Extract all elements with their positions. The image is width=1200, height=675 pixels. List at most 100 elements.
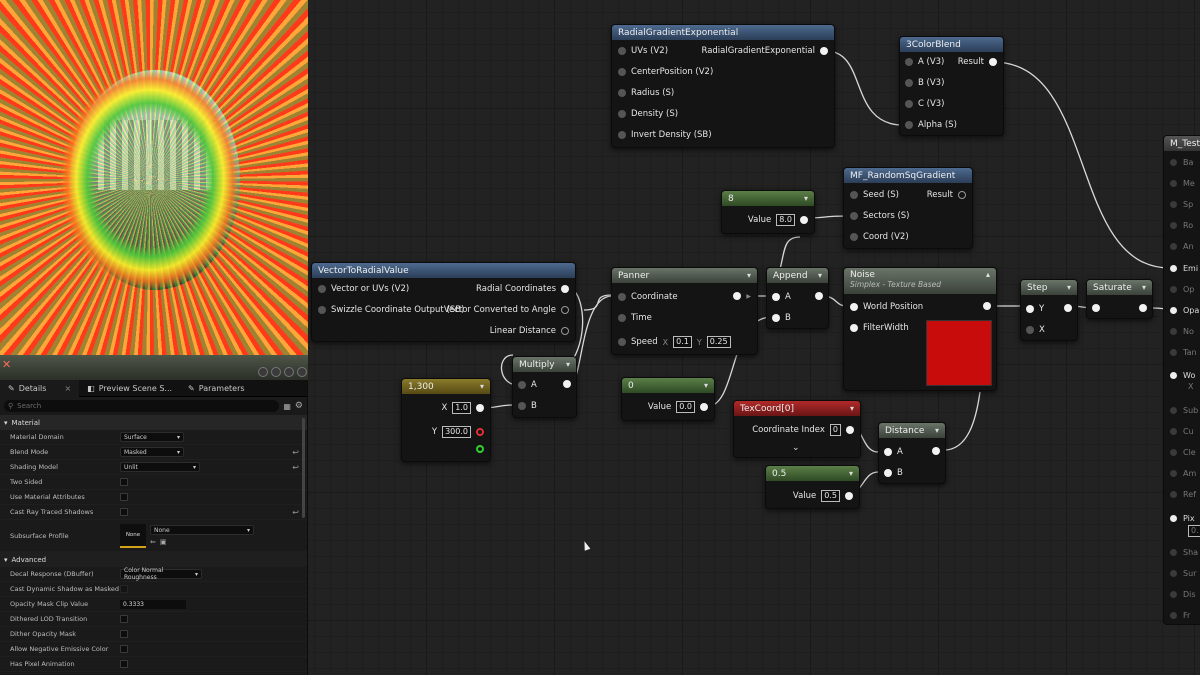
pin-output[interactable] <box>983 302 991 310</box>
pin-dot[interactable] <box>1170 428 1177 435</box>
pin-dot[interactable] <box>476 428 484 436</box>
pin-output-rg[interactable] <box>476 445 484 453</box>
viewport-shape-sphere-icon[interactable] <box>258 367 268 377</box>
pin-dot[interactable] <box>815 292 823 300</box>
pin-dot[interactable] <box>518 381 526 389</box>
pin-output[interactable] <box>932 447 940 455</box>
result-pin[interactable]: Cu <box>1170 427 1194 436</box>
result-pin-world-offset[interactable]: Wo <box>1170 371 1195 380</box>
result-pin[interactable]: Op <box>1170 285 1194 294</box>
pin-dot[interactable] <box>850 233 858 241</box>
chevron-down-icon[interactable]: ▾ <box>747 271 751 280</box>
pin-density[interactable]: Density (S) <box>618 109 678 119</box>
result-pin-opacity-mask[interactable]: Opa <box>1170 306 1199 315</box>
y-value-field[interactable]: 300.0 <box>442 426 471 438</box>
pin-x[interactable]: X 1.0 <box>441 402 484 414</box>
speed-y-field[interactable]: 0.25 <box>706 336 731 348</box>
pin-dot[interactable] <box>905 121 913 129</box>
pin-filter-width[interactable]: FilterWidth <box>850 323 909 333</box>
pin-a[interactable]: A (V3) <box>905 57 944 67</box>
value-field[interactable]: 0.0 <box>676 401 695 413</box>
pin-dot[interactable] <box>1170 222 1177 229</box>
pin-dot[interactable] <box>618 47 626 55</box>
pin-dot[interactable] <box>1026 326 1034 334</box>
pin-a[interactable]: A <box>772 292 791 302</box>
pin-dot[interactable] <box>618 314 626 322</box>
value-field[interactable]: 0.5 <box>821 490 840 502</box>
material-domain-dropdown[interactable]: Surface ▾ <box>120 432 184 442</box>
pin-alpha[interactable]: Alpha (S) <box>905 120 957 130</box>
node-noise[interactable]: Noise Simplex - Texture Based ▴ World Pos… <box>843 267 997 391</box>
subsurface-profile-dropdown[interactable]: None ▾ <box>150 525 254 535</box>
pin-dot[interactable] <box>850 303 858 311</box>
result-pin-emissive[interactable]: Emi <box>1170 264 1198 273</box>
node-saturate[interactable]: Saturate ▾ <box>1086 279 1153 319</box>
pin-sectors[interactable]: Sectors (S) <box>850 211 909 221</box>
pin-vector-or-uvs[interactable]: Vector or UVs (V2) <box>318 284 409 294</box>
pin-dot[interactable] <box>850 212 858 220</box>
pin-b[interactable]: B <box>884 468 903 478</box>
node-3-color-blend[interactable]: 3ColorBlend A (V3) B (V3) C (V3) Alpha (… <box>899 36 1004 136</box>
x-value-field[interactable]: 1.0 <box>452 402 471 414</box>
pin-dot[interactable] <box>1170 349 1177 356</box>
pin-dot[interactable] <box>618 131 626 139</box>
reset-icon[interactable]: ↩ <box>292 508 299 517</box>
pin-coordinate[interactable]: Coordinate <box>618 292 678 302</box>
pin-dot[interactable] <box>989 58 997 66</box>
pin-coord[interactable]: Coord (V2) <box>850 232 909 242</box>
pin-dot[interactable] <box>820 47 828 55</box>
tab-parameters[interactable]: ✎ Parameters <box>180 380 253 397</box>
chevron-down-icon[interactable]: ▾ <box>1067 283 1071 292</box>
section-advanced[interactable]: ▾ Advanced <box>0 552 307 567</box>
node-constant-0-5[interactable]: 0.5 ▾ Value 0.5 <box>765 465 860 509</box>
pin-dot[interactable] <box>1170 570 1177 577</box>
cast-ray-traced-shadows-checkbox[interactable] <box>120 508 128 516</box>
pin-invert-density[interactable]: Invert Density (SB) <box>618 130 712 140</box>
pin-dot[interactable] <box>1064 304 1072 312</box>
chevron-down-icon[interactable]: ▾ <box>1142 283 1146 292</box>
result-pin[interactable]: An <box>1170 242 1194 251</box>
tab-details[interactable]: ✎ Details × <box>0 380 80 397</box>
pin-dot[interactable] <box>1170 243 1177 250</box>
preview-viewport[interactable]: ✕ <box>0 0 308 380</box>
pin-dot[interactable] <box>618 110 626 118</box>
pin-dot[interactable] <box>850 324 858 332</box>
chevron-down-icon[interactable]: ▾ <box>850 404 854 413</box>
pin-value[interactable]: Value 0.5 <box>793 490 853 502</box>
pin-world-position[interactable]: World Position <box>850 302 923 312</box>
pin-dot[interactable] <box>618 68 626 76</box>
pin-dot[interactable] <box>1170 407 1177 414</box>
pin-dot[interactable] <box>932 447 940 455</box>
pin-c[interactable]: C (V3) <box>905 99 945 109</box>
chevron-down-icon[interactable]: ▾ <box>804 194 808 203</box>
viewport-shape-cube-icon[interactable] <box>297 367 307 377</box>
allow-negative-checkbox[interactable] <box>120 645 128 653</box>
pin-dot[interactable] <box>318 285 326 293</box>
pin-dot[interactable] <box>561 285 569 293</box>
node-panner[interactable]: Panner ▾ Coordinate Time Speed X 0.1 Y 0.25 ▶ <box>611 267 758 355</box>
reset-icon[interactable]: ↩ <box>292 448 299 457</box>
pin-dot[interactable] <box>845 492 853 500</box>
pin-b[interactable]: B <box>518 401 537 411</box>
details-scrollbar[interactable] <box>302 418 305 518</box>
result-pin[interactable]: Ro <box>1170 221 1193 230</box>
node-texcoord[interactable]: TexCoord[0] ▾ Coordinate Index 0 ⌄ <box>733 400 861 458</box>
pin-y[interactable]: Y 300.0 <box>432 426 484 438</box>
pin-b[interactable]: B <box>772 313 791 323</box>
pin-dot[interactable] <box>846 426 854 434</box>
node-step[interactable]: Step ▾ Y X <box>1020 279 1078 341</box>
pin-dot[interactable] <box>618 89 626 97</box>
result-pin[interactable]: Sur <box>1170 569 1196 578</box>
pin-output[interactable] <box>563 380 571 388</box>
node-radial-gradient-exponential[interactable]: RadialGradientExponential UVs (V2) Cente… <box>611 24 835 148</box>
result-pin[interactable]: Dis <box>1170 590 1196 599</box>
pin-dot[interactable] <box>1139 304 1147 312</box>
node-append[interactable]: Append ▾ A B <box>766 267 829 329</box>
opacity-mask-clip-field[interactable]: 0.3333 <box>120 599 186 609</box>
pin-dot[interactable] <box>1170 491 1177 498</box>
pin-dot[interactable] <box>905 58 913 66</box>
node-constant-8[interactable]: 8 ▾ Value 8.0 <box>721 190 815 234</box>
chevron-down-icon[interactable]: ▾ <box>849 469 853 478</box>
pin-vector-converted[interactable]: Vector Converted to Angle <box>444 305 569 315</box>
pin-center-position[interactable]: CenterPosition (V2) <box>618 67 713 77</box>
